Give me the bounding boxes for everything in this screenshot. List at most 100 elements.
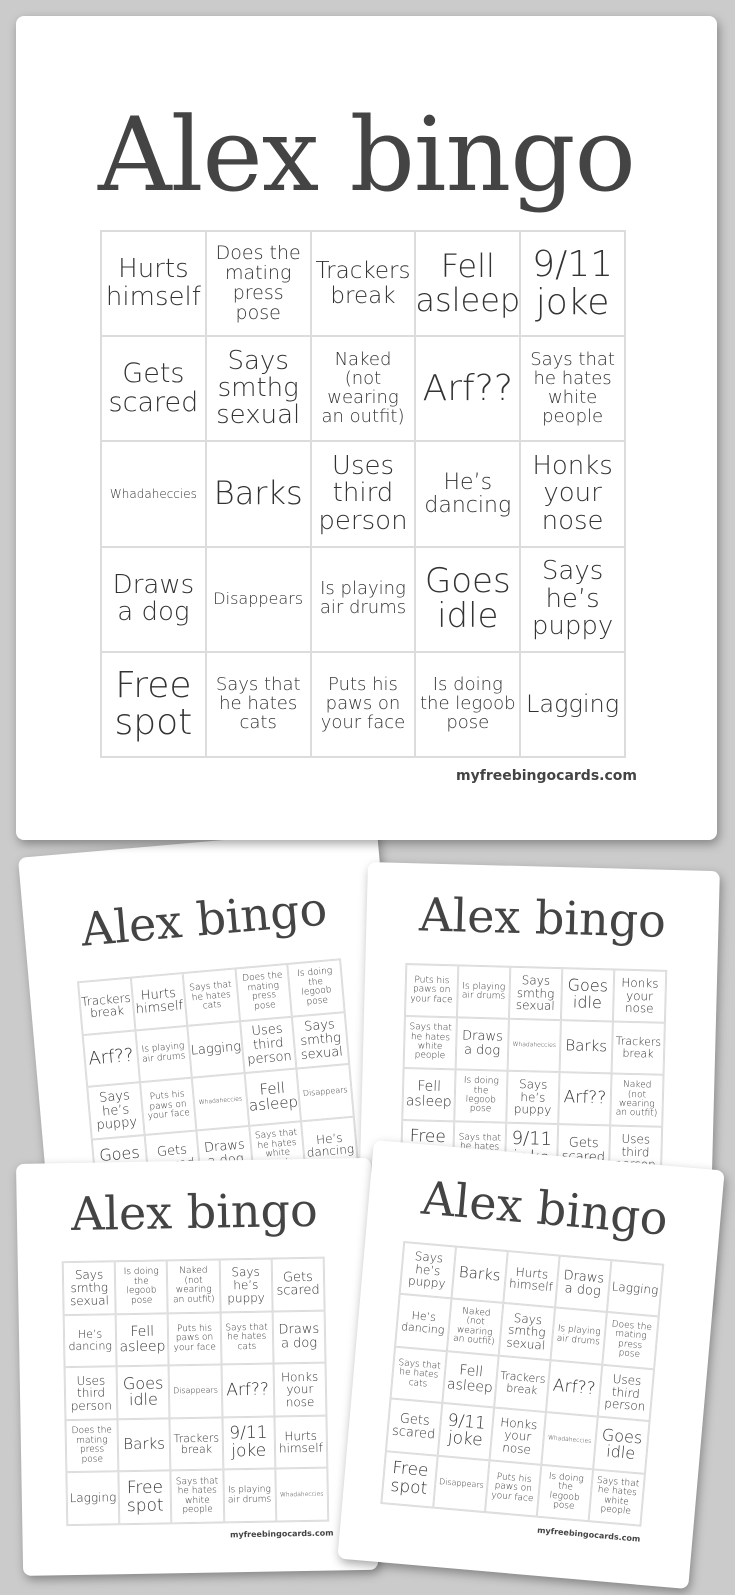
bingo-cell[interactable]: Is playing air drums <box>550 1307 607 1365</box>
bingo-cell[interactable]: Free spot <box>381 1450 438 1508</box>
bingo-cell[interactable]: Is doing the legoob pose <box>415 651 521 757</box>
bingo-cell[interactable]: Whadaheccies <box>275 1468 329 1522</box>
bingo-cell[interactable]: Puts his paws on your face <box>484 1459 542 1517</box>
bingo-cell[interactable]: Says smthg sexual <box>62 1261 116 1315</box>
bingo-cell[interactable]: Hurts himself <box>503 1251 560 1308</box>
bingo-cell[interactable]: Free spot <box>118 1470 172 1525</box>
bingo-cell[interactable]: Lagging <box>520 651 625 757</box>
bingo-cell[interactable]: Trackers break <box>78 977 136 1035</box>
bingo-cell[interactable]: Says that he hates cats <box>220 1311 274 1365</box>
bingo-cell[interactable]: Does the mating press pose <box>65 1419 119 1473</box>
bingo-cell[interactable]: Arf?? <box>221 1363 275 1418</box>
bingo-cell[interactable]: Trackers break <box>494 1355 551 1413</box>
bingo-cell[interactable]: Puts his paws on your face <box>139 1077 197 1135</box>
bingo-cell[interactable]: Puts his paws on your face <box>168 1312 222 1366</box>
bingo-cell[interactable]: Honks your nose <box>612 969 667 1023</box>
bingo-cell[interactable]: Honks your nose <box>273 1362 327 1417</box>
bingo-cell[interactable]: Goes idle <box>560 968 615 1022</box>
bingo-cell[interactable]: Naked (not wearing an outfit) <box>610 1073 664 1127</box>
bingo-cell[interactable]: Is doing the legoob pose <box>114 1260 169 1314</box>
bingo-cell[interactable]: He’s dancing <box>415 441 521 547</box>
bingo-cell[interactable]: Does the mating press pose <box>602 1312 659 1370</box>
bingo-cell[interactable]: Says smthg sexual <box>292 1011 350 1069</box>
bingo-cell[interactable]: Barks <box>205 441 311 547</box>
bingo-cell[interactable]: Is doing the legoob pose <box>454 1069 508 1123</box>
bingo-cell[interactable]: Uses third person <box>597 1364 655 1422</box>
bingo-cell[interactable]: Arf?? <box>558 1072 612 1126</box>
bingo-cell[interactable]: Lagging <box>187 1020 245 1078</box>
bingo-cell[interactable]: Arf?? <box>82 1030 140 1088</box>
bingo-cell[interactable]: Free spot <box>101 651 206 757</box>
bingo-cell[interactable]: Gets scared <box>271 1257 325 1312</box>
bingo-cell[interactable]: Is doing the legoob pose <box>536 1464 594 1522</box>
bingo-cell[interactable]: Uses third person <box>239 1016 297 1074</box>
bingo-cell[interactable]: Says smthg sexual <box>498 1303 556 1361</box>
bingo-cell[interactable]: Barks <box>451 1246 508 1304</box>
bingo-cell[interactable]: Disappears <box>296 1064 354 1122</box>
bingo-cell[interactable]: Hurts himself <box>130 973 188 1031</box>
bingo-cell[interactable]: Does the mating press pose <box>205 231 311 337</box>
bingo-cell[interactable]: Whadaheccies <box>507 1018 561 1073</box>
bingo-cell[interactable]: Is playing air drums <box>135 1025 193 1083</box>
bingo-cell[interactable]: Draws a dog <box>101 546 206 652</box>
bingo-cell[interactable]: Disappears <box>433 1455 490 1513</box>
bingo-cell[interactable]: Gets scared <box>101 336 206 442</box>
bingo-cell[interactable]: He’s dancing <box>63 1313 117 1368</box>
bingo-cell[interactable]: Says that he hates cats <box>390 1346 447 1404</box>
bingo-cell[interactable]: Says smthg sexual <box>508 966 563 1021</box>
bingo-cell[interactable]: Says he’s puppy <box>399 1242 457 1299</box>
bingo-cell[interactable]: Lagging <box>606 1260 664 1317</box>
bingo-cell[interactable]: Says that he hates white people <box>520 336 625 442</box>
bingo-cell[interactable]: Whadaheccies <box>541 1412 598 1469</box>
preview-card-3[interactable]: Alex bingo Says smthg sexual Is doing the… <box>16 1157 379 1576</box>
bingo-cell[interactable]: Naked (not wearing an outfit) <box>167 1259 221 1313</box>
bingo-cell[interactable]: Trackers break <box>310 231 416 337</box>
bingo-cell[interactable]: Puts his paws on your face <box>310 651 416 757</box>
bingo-cell[interactable]: Says he’s puppy <box>87 1082 145 1140</box>
bingo-cell[interactable]: Is playing air drums <box>456 965 511 1019</box>
bingo-cell[interactable]: Says that he hates white people <box>403 1016 457 1070</box>
bingo-cell[interactable]: Uses third person <box>310 441 416 547</box>
bingo-cell[interactable]: Says that he hates cats <box>205 651 311 757</box>
bingo-cell[interactable]: Disappears <box>205 546 311 652</box>
bingo-cell[interactable]: Hurts himself <box>274 1415 328 1469</box>
bingo-cell[interactable]: Goes idle <box>593 1416 650 1474</box>
bingo-cell[interactable]: Uses third person <box>64 1366 118 1420</box>
bingo-cell[interactable]: Says smthg sexual <box>205 336 311 442</box>
preview-card-4[interactable]: Alex bingo Says he’s puppy Barks Hurts him… <box>337 1140 725 1590</box>
bingo-cell[interactable]: Fell asleep <box>115 1312 169 1367</box>
bingo-cell[interactable]: Is playing air drums <box>222 1468 277 1523</box>
bingo-cell[interactable]: Naked (not wearing an outfit) <box>446 1298 504 1356</box>
bingo-cell[interactable]: Fell asleep <box>442 1350 499 1408</box>
bingo-cell[interactable]: 9/11 joke <box>520 231 625 337</box>
bingo-cell[interactable]: Fell asleep <box>402 1068 456 1122</box>
bingo-cell[interactable]: Says he’s puppy <box>506 1070 560 1125</box>
bingo-cell[interactable]: Says that he hates white people <box>170 1469 224 1524</box>
bingo-cell[interactable]: Disappears <box>168 1364 223 1419</box>
bingo-cell[interactable]: Arf?? <box>415 336 521 442</box>
bingo-cell[interactable]: Does the mating press pose <box>235 963 293 1021</box>
bingo-cell[interactable]: Says he’s puppy <box>520 546 625 652</box>
bingo-cell[interactable]: Goes idle <box>415 546 521 652</box>
bingo-cell[interactable]: Whadaheccies <box>101 441 206 547</box>
bingo-cell[interactable]: 9/11 joke <box>437 1403 495 1460</box>
bingo-cell[interactable]: Whadaheccies <box>192 1073 250 1131</box>
bingo-cell[interactable]: Draws a dog <box>272 1310 326 1364</box>
bingo-cell[interactable]: Hurts himself <box>101 231 206 337</box>
bingo-cell[interactable]: Honks your nose <box>520 441 625 547</box>
bingo-cell[interactable]: 9/11 joke <box>222 1416 276 1470</box>
bingo-cell[interactable]: Honks your nose <box>489 1407 546 1465</box>
bingo-cell[interactable]: Gets scared <box>385 1398 443 1456</box>
bingo-cell[interactable]: Naked (not wearing an outfit) <box>310 336 416 442</box>
bingo-cell[interactable]: Lagging <box>66 1471 120 1526</box>
bingo-cell[interactable]: Fell asleep <box>244 1068 302 1126</box>
bingo-cell[interactable]: Trackers break <box>611 1021 665 1075</box>
bingo-cell[interactable]: Says that he hates white people <box>588 1468 645 1526</box>
bingo-cell[interactable]: He’s dancing <box>395 1294 452 1351</box>
bingo-cell[interactable]: Puts his paws on your face <box>404 964 459 1018</box>
bingo-cell[interactable]: Barks <box>117 1418 171 1472</box>
bingo-cell[interactable]: Barks <box>559 1020 613 1074</box>
bingo-cell[interactable]: Fell asleep <box>415 231 521 337</box>
bingo-cell[interactable]: Is doing the legoob pose <box>287 959 345 1017</box>
bingo-cell[interactable]: Is playing air drums <box>310 546 416 652</box>
